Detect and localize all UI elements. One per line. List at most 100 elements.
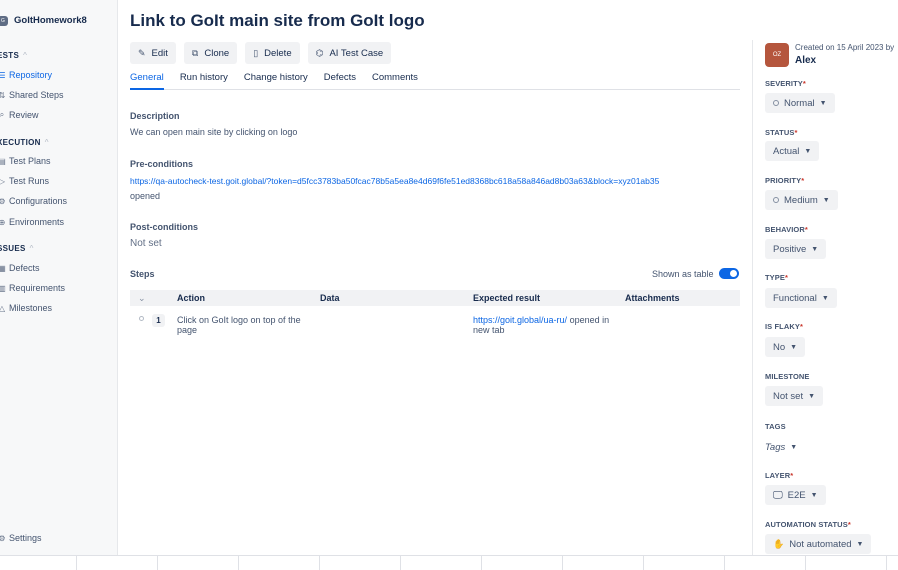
toggle-label: Shown as table (652, 268, 714, 279)
sidebar-item-review[interactable]: ⌕ Review (0, 110, 39, 120)
divider (724, 556, 725, 570)
tab-comments[interactable]: Comments (372, 72, 418, 90)
divider (562, 556, 563, 570)
author-name: Alex (795, 55, 817, 66)
project-switcher[interactable]: G GoItHomework8 (0, 15, 87, 26)
preconditions-label: Pre-conditions (130, 159, 194, 169)
status-value: Actual (773, 145, 800, 157)
behavior-select[interactable]: Positive ▼ (765, 239, 827, 259)
table-row[interactable]: 1 Click on GoIt logo on top of the page … (130, 313, 740, 343)
caret-down-icon: ▼ (790, 343, 798, 351)
shared-steps-icon: ⇅ (0, 90, 6, 100)
circle-icon (773, 100, 779, 106)
copy-icon: ⧉ (191, 47, 199, 58)
sidebar-item-label: Environments (9, 217, 65, 227)
type-label: TYPE* (765, 273, 788, 282)
caret-down-icon: ▼ (810, 491, 818, 499)
flaky-value: No (773, 341, 786, 353)
automation-status-select[interactable]: ✋ Not automated ▼ (765, 534, 872, 554)
sidebar-item-shared-steps[interactable]: ⇅ Shared Steps (0, 90, 64, 100)
tab-general[interactable]: General (130, 72, 164, 90)
sidebar-item-environments[interactable]: ⊕ Environments (0, 217, 64, 227)
sidebar-item-test-plans[interactable]: ▤ Test Plans (0, 156, 51, 166)
requirements-icon: ▥ (0, 283, 6, 293)
flaky-label: IS FLAKY* (765, 322, 803, 331)
test-plans-icon: ▤ (0, 156, 6, 166)
hand-icon: ✋ (773, 538, 785, 549)
tab-defects[interactable]: Defects (324, 72, 356, 90)
flaky-select[interactable]: No ▼ (765, 337, 806, 357)
severity-value: Normal (784, 97, 815, 109)
tags-select[interactable]: Tags ▼ (765, 437, 805, 457)
sidebar-item-defects[interactable]: ▦ Defects (0, 263, 40, 273)
section-issues[interactable]: SSUES ^ (0, 244, 34, 253)
milestone-select[interactable]: Not set ▼ (765, 386, 824, 406)
section-execution[interactable]: XECUTION ^ (0, 138, 49, 147)
sidebar-item-label: Milestones (9, 303, 53, 313)
caret-down-icon: ▼ (819, 99, 827, 107)
divider (886, 556, 887, 570)
flaky-label-text: IS FLAKY (765, 322, 800, 331)
robot-icon: ⌬ (315, 47, 324, 58)
automation-status-label-text: AUTOMATION STATUS (765, 520, 848, 529)
bottom-strip (0, 555, 898, 570)
ai-test-case-button[interactable]: ⌬ AI Test Case (307, 42, 392, 64)
status-select[interactable]: Actual ▼ (765, 141, 820, 161)
type-select[interactable]: Functional ▼ (765, 288, 837, 308)
layer-select[interactable]: 🖵 E2E ▼ (765, 485, 826, 505)
sidebar-item-test-runs[interactable]: ▷ Test Runs (0, 176, 49, 186)
required-mark: * (804, 225, 808, 234)
delete-button[interactable]: ▯ Delete (245, 42, 300, 64)
column-action: Action (177, 293, 205, 303)
priority-select[interactable]: Medium ▼ (765, 190, 838, 210)
circle-icon (773, 197, 779, 203)
edit-button[interactable]: ✎ Edit (130, 42, 176, 64)
sidebar-item-milestones[interactable]: △ Milestones (0, 303, 52, 313)
list-icon: ☰ (0, 70, 6, 80)
caret-down-icon: ▼ (811, 245, 819, 253)
behavior-value: Positive (773, 243, 807, 255)
section-tests[interactable]: ESTS ^ (0, 51, 27, 60)
required-mark: * (799, 322, 803, 331)
priority-label: PRIORITY* (765, 176, 804, 185)
preconditions-link[interactable]: https://qa-autocheck-test.goit.global/?t… (130, 176, 659, 186)
column-expected: Expected result (473, 293, 541, 303)
project-name: GoItHomework8 (14, 15, 87, 26)
chevron-down-icon[interactable]: ⌄ (138, 293, 146, 304)
sidebar-item-settings[interactable]: ⚙ Settings (0, 533, 42, 543)
required-mark: * (790, 471, 794, 480)
caret-down-icon: ▼ (808, 392, 816, 400)
required-mark: * (785, 273, 789, 282)
step-action: Click on GoIt logo on top of the page (177, 315, 301, 335)
tab-change-history[interactable]: Change history (244, 72, 308, 90)
toolbar: ✎ Edit ⧉ Clone ▯ Delete ⌬ AI Test Case (130, 42, 392, 64)
divider (643, 556, 644, 570)
behavior-label-text: BEHAVIOR (765, 225, 805, 234)
severity-select[interactable]: Normal ▼ (765, 93, 835, 113)
tab-run-history[interactable]: Run history (180, 72, 228, 90)
tags-label-text: TAGS (765, 422, 786, 431)
milestone-value: Not set (773, 390, 804, 402)
divider (481, 556, 482, 570)
clone-button[interactable]: ⧉ Clone (183, 42, 238, 64)
step-expected: https://goit.global/ua-ru/ opened in new… (473, 315, 623, 335)
table-view-toggle[interactable]: Shown as table (652, 268, 739, 279)
sidebar-item-requirements[interactable]: ▥ Requirements (0, 283, 65, 293)
required-mark: * (801, 176, 805, 185)
expected-link[interactable]: https://goit.global/ua-ru/ (473, 315, 567, 325)
sidebar-item-label: Review (9, 110, 39, 120)
monitor-icon: 🖵 (773, 489, 783, 501)
sidebar-item-label: Configurations (9, 196, 68, 206)
tags-placeholder: Tags (765, 441, 786, 453)
drag-handle-icon[interactable] (139, 316, 144, 321)
preconditions-text: opened (130, 191, 161, 201)
sidebar-item-repository[interactable]: ☰ Repository (0, 70, 52, 80)
milestone-label-text: MILESTONE (765, 372, 810, 381)
toggle-knob (729, 270, 737, 277)
sidebar-item-configurations[interactable]: ⚙ Configurations (0, 196, 67, 206)
description-text: We can open main site by clicking on log… (130, 127, 298, 137)
milestones-icon: △ (0, 303, 6, 313)
toggle-switch[interactable] (718, 268, 739, 279)
severity-label-text: SEVERITY (765, 79, 803, 88)
divider (319, 556, 320, 570)
